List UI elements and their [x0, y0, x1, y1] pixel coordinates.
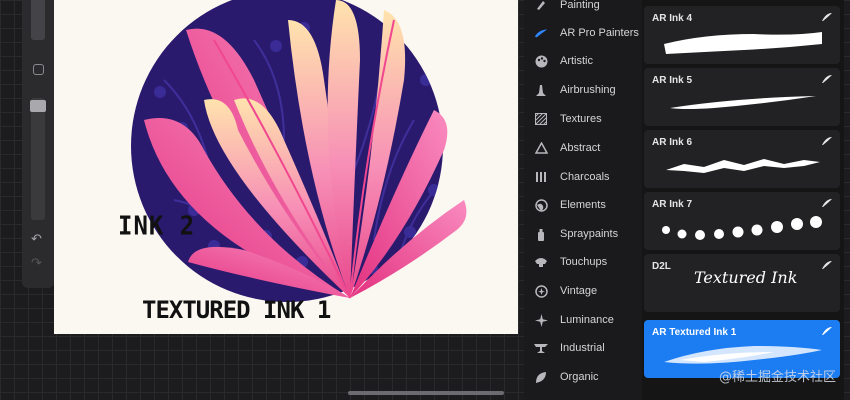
- left-sidebar: ↶ ↷: [22, 0, 54, 288]
- category-label: Spraypaints: [560, 228, 619, 240]
- vintage-icon: [534, 284, 548, 298]
- brush-ar-ink-5[interactable]: AR Ink 5: [644, 68, 840, 126]
- charcoals-icon: [534, 170, 548, 184]
- category-label: Airbrushing: [560, 84, 616, 96]
- category-spraypaints[interactable]: Spraypaints: [524, 220, 642, 248]
- abstract-icon: [534, 141, 548, 155]
- brush-category-list: Painting AR Pro Painters Artistic Airbru…: [524, 0, 642, 400]
- category-label: Touchups: [560, 256, 608, 268]
- brush-size-slider[interactable]: [31, 0, 45, 40]
- luminance-icon: [534, 313, 548, 327]
- category-artistic[interactable]: Artistic: [524, 47, 642, 75]
- brush-stroke-preview: [662, 216, 822, 240]
- category-airbrushing[interactable]: Airbrushing: [524, 76, 642, 104]
- category-label: Organic: [560, 371, 599, 383]
- category-painting[interactable]: Painting: [524, 0, 642, 19]
- brush-ar-ink-7[interactable]: AR Ink 7: [644, 192, 840, 250]
- category-industrial[interactable]: Industrial: [524, 334, 642, 362]
- category-touchups[interactable]: Touchups: [524, 248, 642, 276]
- brush-text-preview: Textured Ink: [694, 268, 798, 287]
- ar-pro-painters-icon: [534, 26, 548, 40]
- feather-icon: [822, 261, 832, 269]
- category-elements[interactable]: Elements: [524, 191, 642, 219]
- category-abstract[interactable]: Abstract: [524, 134, 642, 162]
- industrial-icon: [534, 341, 548, 355]
- brush-ar-ink-6[interactable]: AR Ink 6: [644, 130, 840, 188]
- brush-name: D2L: [652, 261, 671, 272]
- undo-icon[interactable]: ↶: [31, 232, 42, 245]
- brush-ar-ink-4[interactable]: AR Ink 4: [644, 6, 840, 64]
- annotation-ink2: INK 2: [118, 210, 196, 242]
- category-label: Charcoals: [560, 171, 610, 183]
- category-label: Elements: [560, 199, 606, 211]
- category-vintage[interactable]: Vintage: [524, 277, 642, 305]
- organic-icon: [534, 370, 548, 384]
- category-label: Industrial: [560, 342, 605, 354]
- category-label: Abstract: [560, 142, 601, 154]
- brush-stroke-preview: [670, 96, 816, 109]
- artwork-illustration: [131, 0, 467, 302]
- brush-library-list: AR Ink 4 AR Ink 5 AR Ink 6 AR Ink 7 D2L …: [642, 0, 844, 400]
- elements-icon: [534, 198, 548, 212]
- category-label: Artistic: [560, 55, 593, 67]
- redo-icon[interactable]: ↷: [31, 256, 42, 269]
- touchups-icon: [534, 255, 548, 269]
- annotation-textured-ink: TEXTURED INK 1: [142, 296, 331, 324]
- category-ar-pro-painters[interactable]: AR Pro Painters: [524, 19, 642, 47]
- airbrushing-icon: [534, 83, 548, 97]
- painting-icon: [534, 0, 548, 12]
- artistic-palette-icon: [534, 54, 548, 68]
- category-charcoals[interactable]: Charcoals: [524, 163, 642, 191]
- home-indicator-bar[interactable]: [348, 391, 504, 395]
- spraypaints-icon: [534, 227, 548, 241]
- eyedropper-modify-button[interactable]: [33, 64, 44, 75]
- category-label: Textures: [560, 113, 602, 125]
- brush-stroke-preview: [664, 32, 822, 54]
- watermark-text: @稀土掘金技术社区: [718, 370, 836, 385]
- drawing-canvas[interactable]: INK 2 TEXTURED INK 1: [54, 0, 518, 334]
- category-label: Painting: [560, 0, 600, 11]
- category-label: Vintage: [560, 285, 598, 297]
- category-label: AR Pro Painters: [560, 27, 639, 39]
- opacity-slider-thumb[interactable]: [30, 100, 46, 112]
- category-luminance[interactable]: Luminance: [524, 306, 642, 334]
- category-label: Luminance: [560, 314, 614, 326]
- opacity-slider[interactable]: [31, 98, 45, 220]
- brush-d2l[interactable]: D2L Textured Ink: [644, 254, 840, 312]
- category-textures[interactable]: Textures: [524, 105, 642, 133]
- category-organic[interactable]: Organic: [524, 363, 642, 391]
- brush-stroke-preview: [666, 159, 820, 173]
- textures-icon: [534, 112, 548, 126]
